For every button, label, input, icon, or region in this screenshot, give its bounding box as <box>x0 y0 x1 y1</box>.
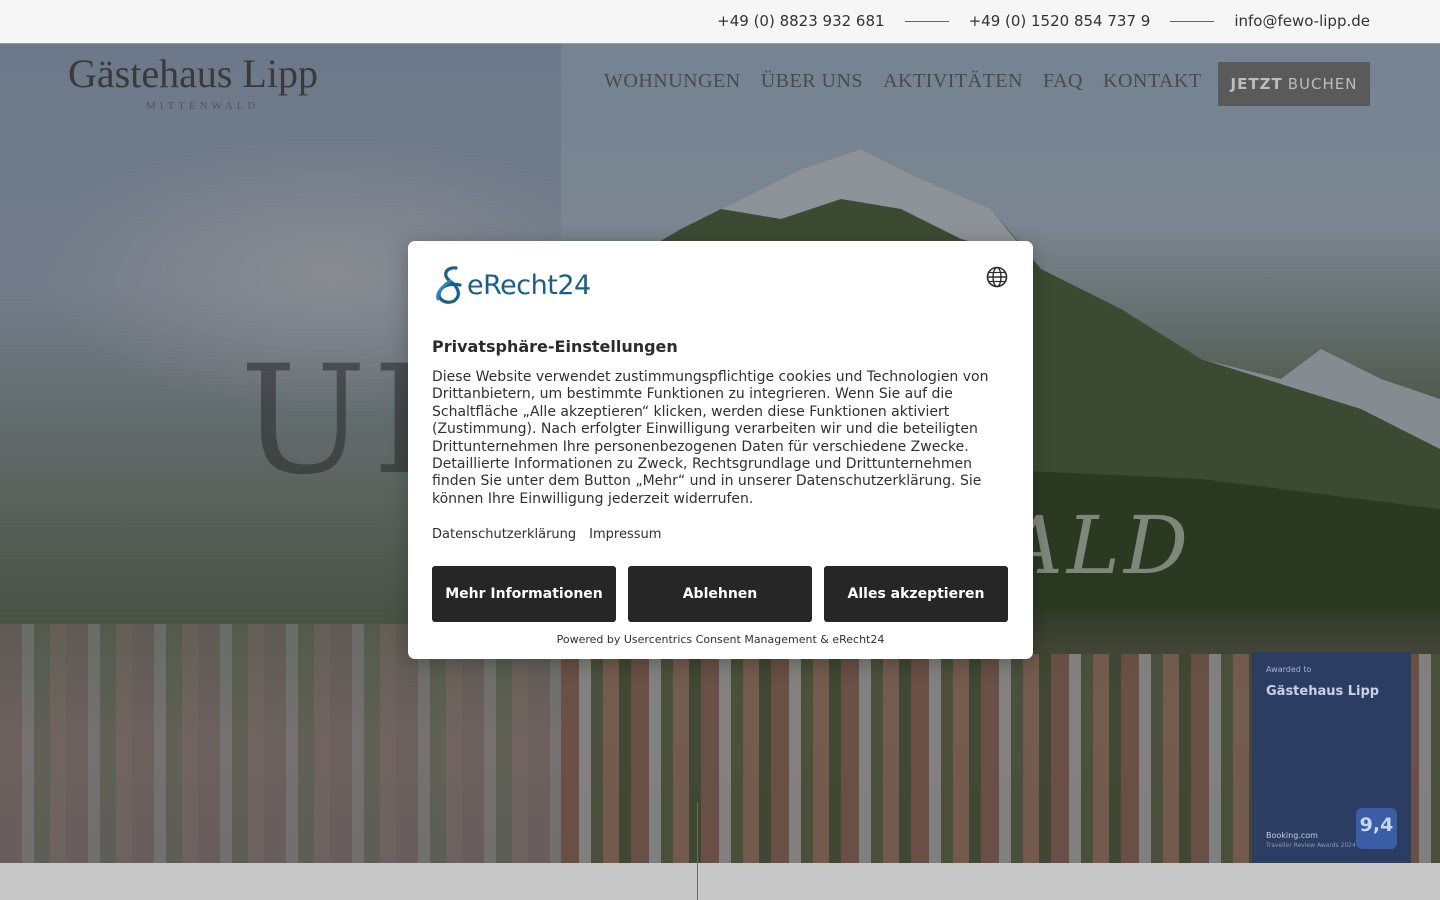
consent-dialog: eRecht24 Privatsphäre-Einstellungen Dies… <box>408 241 1033 659</box>
brand-name: eRecht24 <box>467 269 591 301</box>
dialog-description: Diese Website verwendet zustimmungspflic… <box>432 369 989 507</box>
booking-award-badge[interactable]: Awarded to Gästehaus Lipp Booking.com Tr… <box>1252 652 1411 863</box>
book-now-strong: JETZT <box>1230 75 1283 93</box>
erecht24-mark-icon <box>436 266 462 304</box>
divider <box>904 20 949 22</box>
scroll-line <box>697 803 698 900</box>
accept-all-button[interactable]: Alles akzeptieren <box>824 566 1008 622</box>
dialog-title: Privatsphäre-Einstellungen <box>432 337 678 356</box>
email-link[interactable]: info@fewo-lipp.de <box>1234 12 1370 30</box>
bottom-section <box>0 803 1440 900</box>
nav-item-aktivitaeten[interactable]: AKTIVITÄTEN <box>883 70 1023 93</box>
site-logo[interactable]: Gästehaus Lipp <box>68 50 318 97</box>
nav-item-ueber-uns[interactable]: ÜBER UNS <box>761 70 863 93</box>
nav-item-wohnungen[interactable]: WOHNUNGEN <box>604 70 741 93</box>
phone-link-2[interactable]: +49 (0) 1520 854 737 9 <box>969 12 1151 30</box>
contact-list: +49 (0) 8823 932 681 +49 (0) 1520 854 73… <box>717 12 1370 30</box>
award-subtitle: Traveller Review Awards 2024 <box>1266 842 1356 849</box>
award-score: 9,4 <box>1356 808 1397 849</box>
hero-heading-right: ALD <box>1005 499 1193 592</box>
imprint-link[interactable]: Impressum <box>589 527 661 542</box>
divider <box>1170 20 1215 22</box>
phone-link-1[interactable]: +49 (0) 8823 932 681 <box>717 12 884 30</box>
nav-item-kontakt[interactable]: KONTAKT <box>1103 70 1202 93</box>
award-provider: Booking.com <box>1266 831 1318 840</box>
book-now-button[interactable]: JETZT BUCHEN <box>1218 62 1370 106</box>
award-caption: Awarded to <box>1266 665 1312 674</box>
erecht24-logo: eRecht24 <box>432 265 591 305</box>
main-nav: WOHNUNGEN ÜBER UNS AKTIVITÄTEN FAQ KONTA… <box>604 70 1202 93</box>
dialog-links: Datenschutzerklärung Impressum <box>432 527 661 542</box>
award-name: Gästehaus Lipp <box>1266 684 1380 699</box>
logo-subtitle: MITTENWALD <box>146 100 260 112</box>
powered-by-text: Powered by Usercentrics Consent Manageme… <box>556 633 885 646</box>
book-now-label: BUCHEN <box>1287 75 1358 93</box>
deny-button[interactable]: Ablehnen <box>628 566 812 622</box>
dialog-buttons: Mehr Informationen Ablehnen Alles akzept… <box>432 566 1008 622</box>
top-contact-bar: +49 (0) 8823 932 681 +49 (0) 1520 854 73… <box>0 0 1440 44</box>
nav-item-faq[interactable]: FAQ <box>1043 70 1083 93</box>
privacy-policy-link[interactable]: Datenschutzerklärung <box>432 527 576 542</box>
language-globe-icon[interactable] <box>986 266 1008 288</box>
more-info-button[interactable]: Mehr Informationen <box>432 566 616 622</box>
